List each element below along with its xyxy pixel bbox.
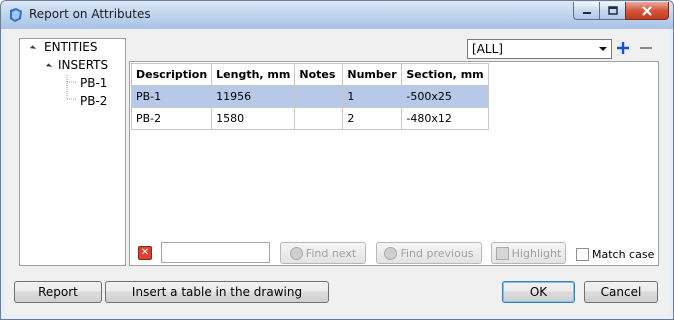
find-next-button[interactable]: Find next: [280, 242, 366, 264]
arrow-down-icon: [289, 246, 303, 260]
arrow-up-icon: [384, 246, 398, 260]
cancel-button[interactable]: Cancel: [584, 281, 658, 303]
report-dialog: Report on Attributes ENTITIES INSERTS PB…: [0, 0, 674, 320]
minimize-button[interactable]: [573, 2, 599, 20]
table-cell[interactable]: 1580: [211, 107, 296, 130]
table-row[interactable]: PB-2 1580 2 -480x12: [130, 107, 489, 130]
collapse-arrow-icon[interactable]: [29, 45, 37, 52]
close-icon: [642, 5, 652, 16]
find-previous-label: Find previous: [400, 246, 474, 260]
collapse-arrow-icon[interactable]: [45, 63, 53, 70]
table-cell[interactable]: PB-2: [130, 107, 213, 130]
column-header[interactable]: Notes: [294, 63, 344, 86]
dialog-client: ENTITIES INSERTS PB-1 PB-2 [ALL] Descrip…: [5, 29, 669, 315]
minimize-icon: [582, 11, 591, 14]
tree-node-inserts[interactable]: INSERTS: [58, 58, 108, 72]
tree-lines: [66, 75, 77, 100]
remove-filter-button[interactable]: [638, 38, 654, 58]
close-icon: ✕: [140, 247, 150, 258]
table-row[interactable]: PB-1 11956 1 -500x25: [130, 85, 489, 108]
close-button[interactable]: [625, 2, 669, 20]
tree-leaf-pb2[interactable]: PB-2: [80, 94, 107, 108]
find-next-label: Find next: [305, 246, 357, 260]
filter-dropdown[interactable]: [ALL]: [467, 39, 612, 59]
table-cell[interactable]: -480x12: [401, 107, 489, 130]
table-cell[interactable]: 1: [342, 85, 403, 108]
report-button[interactable]: Report: [14, 281, 102, 303]
table-cell[interactable]: [294, 107, 344, 130]
plus-icon: [617, 42, 629, 54]
ok-button[interactable]: OK: [502, 281, 575, 303]
chevron-down-icon: [599, 47, 607, 51]
column-header[interactable]: Length, mm: [211, 63, 296, 86]
maximize-icon: [607, 6, 618, 15]
column-header[interactable]: Description: [130, 63, 213, 86]
attribute-grid: Description Length, mm Notes Number Sect…: [130, 63, 489, 130]
header-row: Description Length, mm Notes Number Sect…: [130, 63, 489, 86]
title-bar[interactable]: Report on Attributes: [1, 1, 673, 29]
column-header[interactable]: Section, mm: [401, 63, 489, 86]
entity-tree[interactable]: ENTITIES INSERTS PB-1 PB-2: [19, 38, 126, 266]
find-previous-button[interactable]: Find previous: [376, 242, 482, 264]
highlight-icon: [495, 246, 509, 260]
filter-value: [ALL]: [472, 42, 503, 56]
match-case-label: Match case: [592, 248, 655, 261]
checkbox[interactable]: [576, 248, 589, 261]
highlight-button[interactable]: Highlight: [491, 242, 566, 264]
clear-search-button[interactable]: ✕: [138, 246, 152, 260]
tree-leaf-pb1[interactable]: PB-1: [80, 76, 107, 90]
app-icon: [10, 8, 22, 22]
match-case-checkbox[interactable]: Match case: [576, 248, 654, 261]
table-cell[interactable]: [294, 85, 344, 108]
table-cell[interactable]: PB-1: [130, 85, 213, 108]
add-filter-button[interactable]: [615, 38, 631, 58]
table-cell[interactable]: 2: [342, 107, 403, 130]
insert-table-button[interactable]: Insert a table in the drawing: [105, 281, 329, 303]
maximize-button[interactable]: [599, 2, 625, 20]
tree-node-entities[interactable]: ENTITIES: [44, 40, 98, 54]
window-title: Report on Attributes: [29, 7, 151, 21]
attribute-table[interactable]: Description Length, mm Notes Number Sect…: [129, 61, 659, 266]
table-cell[interactable]: 11956: [211, 85, 296, 108]
table-cell[interactable]: -500x25: [401, 85, 489, 108]
column-header[interactable]: Number: [342, 63, 403, 86]
highlight-label: Highlight: [511, 246, 562, 260]
search-input[interactable]: [161, 242, 270, 263]
minus-icon: [640, 47, 652, 49]
